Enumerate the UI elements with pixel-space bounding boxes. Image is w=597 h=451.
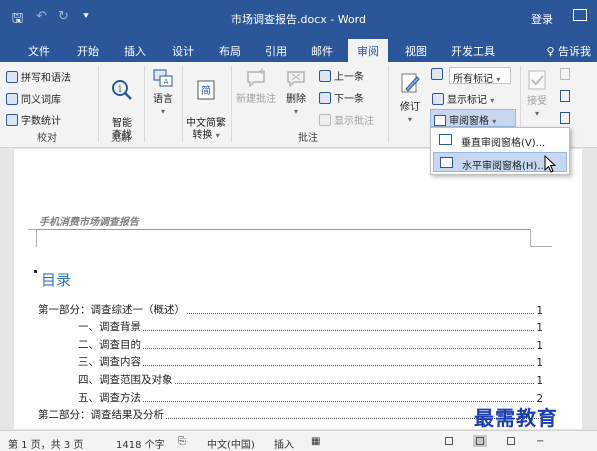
watermark-logo: 最需教育 xyxy=(474,406,558,430)
word-count[interactable]: 1418 个字 xyxy=(116,436,165,451)
tab-view[interactable]: 视图 xyxy=(405,43,427,59)
show-markup-icon xyxy=(432,93,444,105)
toc-entry[interactable]: 一、调查背景 1 xyxy=(38,317,543,335)
ribbon-display-options-icon[interactable] xyxy=(573,9,587,21)
reject-icon[interactable] xyxy=(560,68,570,80)
reviewing-pane-button[interactable]: 审阅窗格 ▾ xyxy=(430,109,516,127)
print-layout-view-icon[interactable] xyxy=(473,435,487,447)
tab-insert[interactable]: 插入 xyxy=(124,43,146,59)
accept-button[interactable]: 接受 ▾ xyxy=(522,68,552,120)
toc-entry[interactable]: 三、调查内容 1 xyxy=(38,352,543,370)
delete-comment-button[interactable]: 删除 ▾ xyxy=(281,66,311,118)
page-header-text: 手机消费市场调查报告 xyxy=(39,217,139,228)
show-comments-button[interactable]: 显示批注 xyxy=(319,112,374,127)
spellcheck-icon xyxy=(6,71,18,83)
tab-mailings[interactable]: 邮件 xyxy=(311,43,333,59)
tell-me-search[interactable]: ♀ 告诉我 xyxy=(546,43,591,59)
word-count-button[interactable]: 字数统计 xyxy=(6,112,61,127)
toc-entry[interactable]: 四、调查范围及对象 1 xyxy=(38,369,543,387)
thesaurus-button[interactable]: 同义词库 xyxy=(6,91,61,106)
previous-change-icon[interactable] xyxy=(560,90,570,102)
group-insights: i 智能 查找 见解 xyxy=(100,62,142,146)
group-label-insights: 见解 xyxy=(111,133,131,144)
thesaurus-icon xyxy=(6,93,18,105)
language-button[interactable]: A 语言 ▾ xyxy=(148,66,178,118)
tab-review[interactable]: 审阅 xyxy=(348,39,388,62)
previous-comment-button[interactable]: 上一条 xyxy=(319,68,364,83)
page-count[interactable]: 第 1 页，共 3 页 xyxy=(8,436,83,451)
toc-entry[interactable]: 五、调查方法 2 xyxy=(38,387,543,405)
toc-heading: 目录 xyxy=(41,271,72,289)
tab-home[interactable]: 开始 xyxy=(77,43,99,59)
group-label-proofing: 校对 xyxy=(37,133,57,144)
language-icon: A xyxy=(153,69,173,87)
table-of-contents: 第一部分：调查综述一（概述） 1 一、调查背景 1 二、调查目的 1 三、调查内容 1 … xyxy=(38,299,543,423)
horizontal-pane-icon xyxy=(440,157,453,168)
paragraph-mark xyxy=(34,270,37,273)
chinese-conversion-button[interactable]: 简 中文简繁 转换 ▾ xyxy=(184,66,228,142)
language-status[interactable]: 中文(中国) xyxy=(207,436,255,451)
spelling-grammar-button[interactable]: 拼写和语法 xyxy=(6,69,71,84)
group-proofing: 拼写和语法 同义词库 字数统计 校对 xyxy=(0,62,94,146)
track-changes-icon xyxy=(401,73,420,93)
proofing-status-icon[interactable]: ⎘ xyxy=(178,436,186,447)
svg-text:i: i xyxy=(118,84,121,95)
previous-comment-icon xyxy=(319,70,331,82)
web-layout-view-icon[interactable] xyxy=(504,435,518,447)
document-page[interactable]: 手机消费市场调查报告 目录 第一部分：调查综述一（概述） 1 一、调查背景 1 二、… xyxy=(14,149,582,429)
reviewing-pane-icon xyxy=(434,115,446,126)
new-comment-button[interactable]: 新建批注 xyxy=(235,66,277,106)
tab-developer[interactable]: 开发工具 xyxy=(451,43,495,59)
display-for-review-icon xyxy=(431,68,443,80)
zoom-out-icon[interactable]: − xyxy=(536,436,544,447)
show-markup-button[interactable]: 显示标记 ▾ xyxy=(432,91,494,106)
new-comment-icon xyxy=(247,68,265,88)
next-comment-button[interactable]: 下一条 xyxy=(319,90,364,105)
login-link[interactable]: 登录 xyxy=(531,11,553,27)
svg-text:A: A xyxy=(164,78,169,86)
show-comments-icon xyxy=(319,114,331,126)
insert-mode[interactable]: 插入 xyxy=(274,436,294,451)
svg-text:简: 简 xyxy=(201,84,211,97)
window-title: 市场调查报告.docx - Word xyxy=(230,13,366,26)
status-bar: 第 1 页，共 3 页 1418 个字 ⎘ 中文(中国) 插入 ▦ − xyxy=(0,430,597,451)
delete-comment-icon xyxy=(287,71,305,88)
next-comment-icon xyxy=(319,92,331,104)
title-bar: 🖫 ↶ ↻ ⯆ 市场调查报告.docx - Word 登录 xyxy=(0,0,597,36)
toc-entry[interactable]: 第二部分：调查结果及分析 xyxy=(38,405,543,423)
tab-layout[interactable]: 布局 xyxy=(219,43,241,59)
ribbon-tabs: 文件 开始 插入 设计 布局 引用 邮件 审阅 视图 开发工具 ♀ 告诉我 xyxy=(0,36,597,62)
tab-design[interactable]: 设计 xyxy=(172,43,194,59)
tab-file[interactable]: 文件 xyxy=(28,43,50,59)
group-comments: 新建批注 删除 ▾ 上一条 下一条 显示批注 批注 xyxy=(233,62,383,146)
menu-item-vertical-pane[interactable]: 垂直审阅窗格(V)... xyxy=(433,130,567,150)
word-count-icon xyxy=(6,114,18,126)
macro-record-icon[interactable]: ▦ xyxy=(311,436,320,447)
toc-entry[interactable]: 第一部分：调查综述一（概述） 1 xyxy=(38,299,543,317)
toc-entry[interactable]: 二、调查目的 1 xyxy=(38,334,543,352)
display-for-review-select[interactable]: 所有标记 ▾ xyxy=(449,67,511,85)
accept-icon xyxy=(528,70,546,90)
track-changes-button[interactable]: 修订 ▾ xyxy=(394,68,426,126)
tab-references[interactable]: 引用 xyxy=(265,43,287,59)
chinese-conversion-icon: 简 xyxy=(197,80,215,100)
smart-lookup-icon: i xyxy=(112,80,132,100)
markup-icon-wrap xyxy=(431,68,446,81)
mouse-cursor-icon xyxy=(544,155,556,173)
group-label-comments: 批注 xyxy=(298,133,318,144)
read-mode-view-icon[interactable] xyxy=(442,435,456,447)
next-change-icon[interactable] xyxy=(560,112,570,124)
vertical-pane-icon xyxy=(439,134,452,145)
header-rule xyxy=(36,229,530,230)
